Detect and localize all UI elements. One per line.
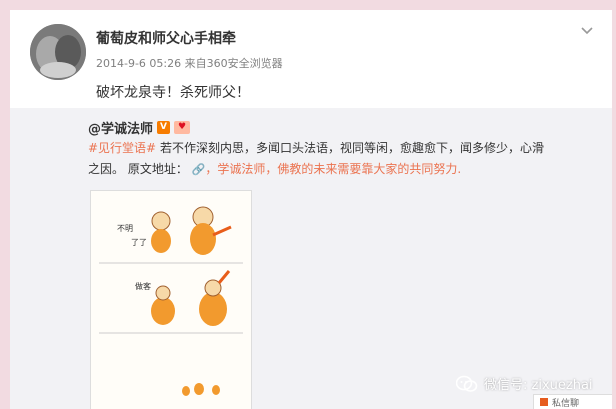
repost-author[interactable]: @学诚法师 [88, 118, 153, 137]
heart-badge-icon: ♥ [174, 121, 191, 134]
post-timestamp[interactable]: 2014-9-6 05:26 [96, 57, 181, 70]
post-username[interactable]: 葡萄皮和师父心手相牵 [96, 28, 236, 48]
link-icon: 🔗 [191, 163, 206, 176]
message-label: 私信聊 [552, 398, 580, 409]
post-meta: 2014-9-6 05:26 来自360安全浏览器 [96, 55, 283, 71]
comic-text-1: 不明 [117, 224, 133, 233]
source-link[interactable]: ，学诚法师，佛教的未来需要靠大家的共同努力. [205, 162, 461, 176]
chevron-down-icon[interactable] [580, 26, 594, 36]
comic-image[interactable]: 不明 了了 做客 [90, 190, 252, 409]
post-source: 来自360安全浏览器 [184, 57, 283, 70]
repost-text: #见行堂语# 若不作深刻内思，多闻口头法语，视同等闲，愈趣愈下，闻多修少，心滑之… [88, 138, 548, 180]
weibo-post-card: 葡萄皮和师父心手相牵 2014-9-6 05:26 来自360安全浏览器 破坏龙… [10, 10, 612, 409]
topic-link[interactable]: #见行堂语# [88, 141, 156, 155]
verified-icon: V [157, 121, 171, 134]
source-label: 原文地址： [124, 162, 188, 176]
post-text: 破坏龙泉寺！杀死师父！ [96, 85, 250, 101]
wechat-id: 微信号: zixuezhai [484, 378, 593, 393]
repost-author-row: @学诚法师 V ♥ [88, 118, 191, 137]
comic-text-3: 做客 [135, 281, 151, 291]
repost-block: @学诚法师 V ♥ #见行堂语# 若不作深刻内思，多闻口头法语，视同等闲，愈趣愈… [10, 108, 612, 409]
comic-text-2: 了了 [131, 238, 147, 247]
wechat-watermark: 微信号: zixuezhai [456, 374, 593, 393]
user-avatar[interactable] [30, 24, 86, 80]
message-button[interactable]: 私信聊 [533, 394, 612, 409]
message-icon [540, 398, 548, 406]
wechat-icon [456, 375, 478, 392]
